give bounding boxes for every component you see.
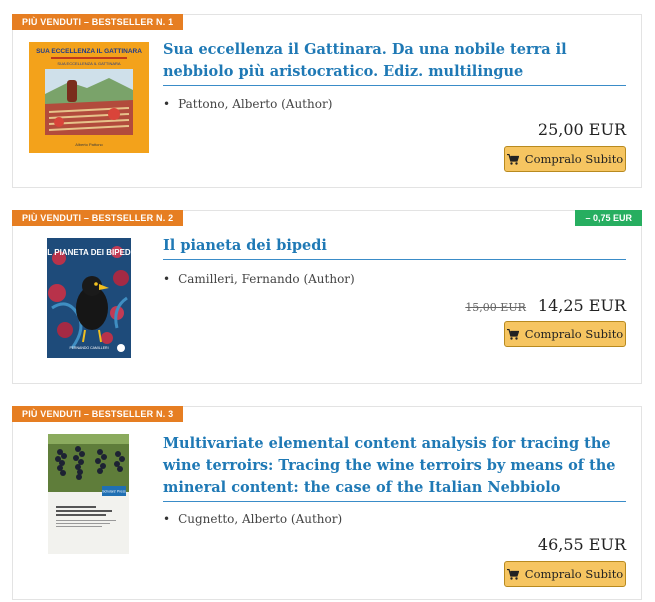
buy-now-button[interactable]: Compralo Subito <box>504 146 626 172</box>
book-cover-image[interactable]: Scholars' Press <box>48 434 129 554</box>
book-cover-image[interactable]: SUA ECCELLENZA IL GATTINARA SUA ECCELLEN… <box>29 42 149 153</box>
svg-text:FERNANDO CAMILLERI: FERNANDO CAMILLERI <box>69 346 108 350</box>
bestseller-badge: PIÙ VENDUTI – BESTSELLER N. 2 <box>12 210 184 226</box>
shopping-cart-icon <box>506 328 519 340</box>
buy-now-label: Compralo Subito <box>524 152 624 166</box>
author-list: Pattono, Alberto (Author) <box>163 97 332 111</box>
author-list: Cugnetto, Alberto (Author) <box>163 512 342 526</box>
product-card-1: PIÙ VENDUTI – BESTSELLER N. 1 SUA ECCELL… <box>12 14 642 188</box>
bestseller-badge: PIÙ VENDUTI – BESTSELLER N. 1 <box>12 14 184 30</box>
product-title-link[interactable]: Sua eccellenza il Gattinara. Da una nobi… <box>163 39 626 86</box>
price-block: 15,00 EUR 14,25 EUR <box>465 296 626 315</box>
price-block: 46,55 EUR <box>538 535 626 554</box>
book-cover-image[interactable]: IL PIANETA DEI BIPEDI FERNANDO CAMILLERI <box>47 238 131 358</box>
price: 14,25 EUR <box>537 296 626 315</box>
original-price: 15,00 EUR <box>465 301 526 314</box>
buy-now-button[interactable]: Compralo Subito <box>504 321 626 347</box>
price-block: 25,00 EUR <box>538 120 626 139</box>
author-item: Camilleri, Fernando (Author) <box>163 272 355 286</box>
buy-now-label: Compralo Subito <box>524 567 624 581</box>
svg-text:SUA ECCELLENZA IL GATTINARA: SUA ECCELLENZA IL GATTINARA <box>36 48 142 55</box>
svg-text:SUA ECCELLENZA IL GATTINARA: SUA ECCELLENZA IL GATTINARA <box>57 61 120 66</box>
discount-badge: – 0,75 EUR <box>575 210 642 226</box>
shopping-cart-icon <box>506 153 519 165</box>
shopping-cart-icon <box>506 568 519 580</box>
buy-now-label: Compralo Subito <box>524 327 624 341</box>
author-list: Camilleri, Fernando (Author) <box>163 272 355 286</box>
price: 46,55 EUR <box>537 535 626 554</box>
price: 25,00 EUR <box>537 120 626 139</box>
product-card-2: PIÙ VENDUTI – BESTSELLER N. 2 – 0,75 EUR… <box>12 210 642 384</box>
svg-text:IL PIANETA DEI BIPEDI: IL PIANETA DEI BIPEDI <box>47 248 131 257</box>
product-title-link[interactable]: Multivariate elemental content analysis … <box>163 433 626 502</box>
svg-text:Alberto Pattono: Alberto Pattono <box>75 142 103 147</box>
product-title-link[interactable]: Il pianeta dei bipedi <box>163 235 626 260</box>
author-item: Cugnetto, Alberto (Author) <box>163 512 342 526</box>
product-card-3: PIÙ VENDUTI – BESTSELLER N. 3 Scholars' … <box>12 406 642 600</box>
bestseller-badge: PIÙ VENDUTI – BESTSELLER N. 3 <box>12 406 184 422</box>
author-item: Pattono, Alberto (Author) <box>163 97 332 111</box>
svg-text:Scholars' Press: Scholars' Press <box>102 490 126 494</box>
buy-now-button[interactable]: Compralo Subito <box>504 561 626 587</box>
